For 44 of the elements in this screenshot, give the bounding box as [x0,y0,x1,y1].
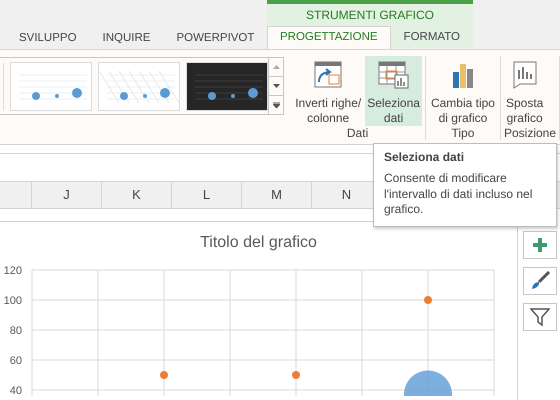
ribbon-button[interactable]: Inverti righe/ colonne [293,56,364,126]
column-header[interactable]: K [102,182,172,208]
paintbrush-icon [530,271,550,291]
data-point [160,371,168,379]
data-point [424,296,432,304]
axis-tick-label: 60 [10,355,22,367]
column-header[interactable]: L [172,182,242,208]
ribbon-tab[interactable]: INQUIRE [90,27,164,49]
group-label: Posizione [504,126,556,140]
chart-title: Titolo del grafico [200,234,317,252]
table-chart-icon [378,60,410,90]
axis-tick-label: 40 [10,385,22,396]
chart-area[interactable]: Titolo del grafico 40 60 80 100 120 [0,221,518,400]
ribbon-button[interactable]: Seleziona dati [365,56,422,126]
filter-icon [530,307,550,327]
ribbon-tab[interactable]: FORMATO [390,26,473,48]
chart-style-thumbnail[interactable] [10,62,92,110]
axis-tick-label: 80 [10,325,22,337]
axis-tick-label: 100 [4,295,22,307]
chart-style-button[interactable] [523,267,557,295]
ribbon-button[interactable]: Sposta grafico [504,56,546,126]
data-point [292,371,300,379]
ribbon-tab[interactable]: PROGETTAZIONE [267,26,391,49]
column-header[interactable]: M [242,182,312,208]
plus-icon [532,237,548,253]
data-bubble [404,370,452,396]
axis-tick-label: 120 [4,265,22,277]
group-label: Tipo [450,126,476,140]
up-triangle-icon [272,65,280,69]
ribbon-tab[interactable]: POWERPIVOT [163,27,268,49]
column-header[interactable]: J [32,182,102,208]
contextual-tab-group-label: STRUMENTI GRAFICO [267,0,473,26]
filter-button[interactable] [523,303,557,331]
ribbon-button[interactable]: Cambia tipo di grafico [428,56,497,126]
down-triangle-icon [272,84,280,88]
chart-style-thumbnail[interactable] [98,62,180,110]
group-label: Dati [346,126,370,140]
add-element-button[interactable] [523,231,557,259]
ribbon-tab[interactable]: SVILUPPO [6,27,90,49]
tooltip-text: Consente di modificare l'intervallo di dati incluso nel grafico. [384,171,534,218]
expand-icon [272,102,280,108]
chart-style-thumbnail[interactable] [186,62,268,110]
table-swap-icon [313,60,344,90]
tooltip-title: Seleziona dati [384,150,466,164]
